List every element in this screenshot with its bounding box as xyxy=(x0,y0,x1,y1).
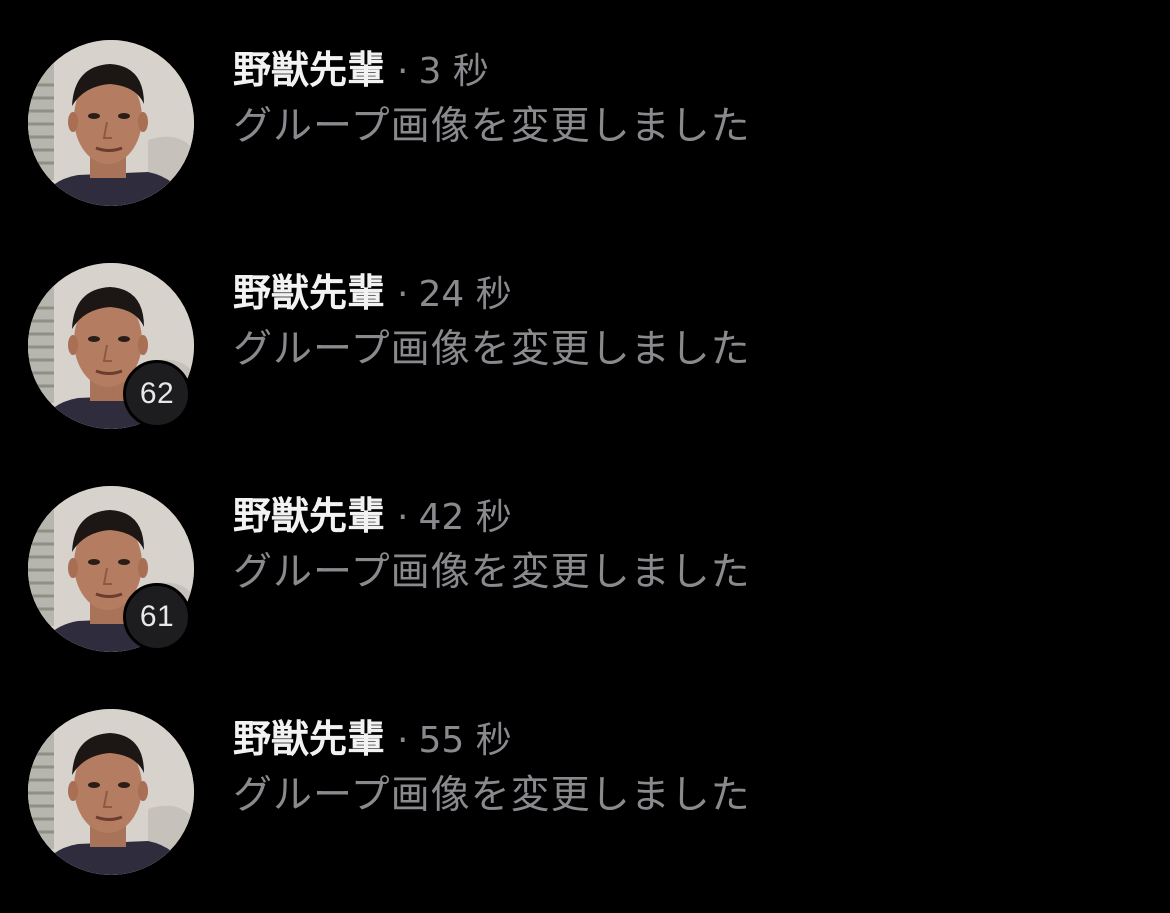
timestamp: 42 秒 xyxy=(418,497,512,538)
sender-name[interactable]: 野獣先輩 xyxy=(233,494,385,538)
notification-row[interactable]: 61 野獣先輩 · 42 秒 グループ画像を変更しました xyxy=(0,446,1170,652)
avatar-container[interactable]: 61 xyxy=(28,486,194,652)
sender-name[interactable]: 野獣先輩 xyxy=(233,48,385,92)
notification-text: 野獣先輩 · 55 秒 グループ画像を変更しました xyxy=(233,715,1133,823)
avatar[interactable] xyxy=(28,709,194,875)
unread-count-badge: 61 xyxy=(123,583,191,651)
sender-name[interactable]: 野獣先輩 xyxy=(233,717,385,761)
avatar-container[interactable] xyxy=(28,40,194,206)
avatar-photo xyxy=(28,40,194,206)
notification-message: グループ画像を変更しました xyxy=(233,550,751,595)
notification-message: グループ画像を変更しました xyxy=(233,773,751,818)
timestamp: 24 秒 xyxy=(418,274,512,315)
separator-dot: · xyxy=(397,720,409,761)
timestamp: 3 秒 xyxy=(418,51,489,92)
notification-header: 野獣先輩 · 42 秒 xyxy=(233,492,1133,540)
notification-header: 野獣先輩 · 55 秒 xyxy=(233,715,1133,763)
avatar-container[interactable]: 62 xyxy=(28,263,194,429)
separator-dot: · xyxy=(397,497,409,538)
notification-message: グループ画像を変更しました xyxy=(233,104,751,149)
unread-count-badge: 62 xyxy=(123,360,191,428)
notification-text: 野獣先輩 · 24 秒 グループ画像を変更しました xyxy=(233,269,1133,377)
notification-row[interactable]: 野獣先輩 · 55 秒 グループ画像を変更しました xyxy=(0,669,1170,875)
sender-name[interactable]: 野獣先輩 xyxy=(233,271,385,315)
notification-row[interactable]: 62 野獣先輩 · 24 秒 グループ画像を変更しました xyxy=(0,223,1170,429)
avatar[interactable] xyxy=(28,40,194,206)
avatar-container[interactable] xyxy=(28,709,194,875)
separator-dot: · xyxy=(397,274,409,315)
notification-header: 野獣先輩 · 24 秒 xyxy=(233,269,1133,317)
notification-row[interactable]: 野獣先輩 · 3 秒 グループ画像を変更しました xyxy=(0,0,1170,206)
notification-header: 野獣先輩 · 3 秒 xyxy=(233,46,1133,94)
notification-message: グループ画像を変更しました xyxy=(233,327,751,372)
separator-dot: · xyxy=(397,51,409,92)
notification-text: 野獣先輩 · 42 秒 グループ画像を変更しました xyxy=(233,492,1133,600)
notification-list: 野獣先輩 · 3 秒 グループ画像を変更しました 62 野獣先輩 · 24 秒 … xyxy=(0,0,1170,913)
notification-text: 野獣先輩 · 3 秒 グループ画像を変更しました xyxy=(233,46,1133,154)
avatar-photo xyxy=(28,709,194,875)
timestamp: 55 秒 xyxy=(418,720,512,761)
